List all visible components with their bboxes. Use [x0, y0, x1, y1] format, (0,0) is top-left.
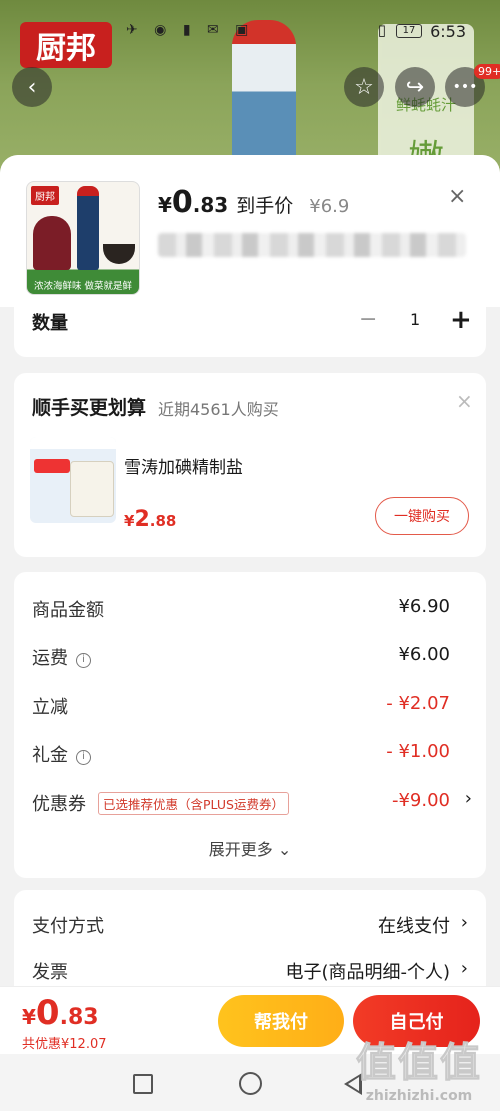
total-price: ¥0.83: [22, 993, 99, 1033]
expand-more-button[interactable]: 展开更多 ⌄: [14, 836, 486, 860]
share-button[interactable]: ↪: [395, 67, 435, 107]
bundle-title: 顺手买更划算: [32, 397, 147, 419]
chevron-right-icon: ›: [460, 912, 468, 933]
favorite-button[interactable]: ☆: [344, 67, 384, 107]
thumbnail-person: [33, 216, 71, 270]
info-icon[interactable]: i: [76, 653, 91, 668]
more-dots-icon: •••: [452, 79, 478, 95]
bundle-item-name[interactable]: 雪涛加碘精制盐: [124, 453, 243, 478]
fee-row-coupon[interactable]: 优惠券 已选推荐优惠（含PLUS运费券） -¥9.00 ›: [32, 788, 472, 818]
fee-label: 优惠券: [32, 794, 86, 815]
close-icon[interactable]: ×: [448, 184, 466, 209]
quantity-decrease-button[interactable]: −: [359, 307, 377, 332]
order-sheet: 厨邦 浓浓海鲜味 做菜就是鲜 ¥ 0 .83 到手价 ¥6.9 × 数量 − 1…: [0, 155, 500, 1111]
thumbnail-bowl: [103, 244, 135, 264]
watermark: 值值值 zhizhizhi.com: [344, 1030, 494, 1105]
fee-row-shipping: 运费 i ¥6.00: [32, 642, 468, 672]
back-button[interactable]: ‹: [12, 67, 52, 107]
fee-breakdown-card: 商品金额 ¥6.90 运费 i ¥6.00 立减 - ¥2.07 礼金 i - ¥1…: [14, 572, 486, 878]
fee-value: - ¥1.00: [386, 741, 450, 762]
fee-label: 运费: [32, 648, 68, 669]
fee-label: 立减: [32, 697, 68, 718]
product-thumbnail[interactable]: 厨邦 浓浓海鲜味 做菜就是鲜: [26, 181, 140, 295]
total-saving: 共优惠¥12.07: [22, 1037, 107, 1052]
home-icon[interactable]: [239, 1072, 262, 1095]
quantity-value[interactable]: 1: [410, 310, 420, 329]
quantity-label: 数量: [32, 313, 68, 334]
vibrate-icon: ▯: [377, 21, 386, 39]
back-arrow-icon: ‹: [27, 74, 37, 100]
invoice-label: 发票: [32, 962, 68, 983]
final-price: ¥ 0 .83 到手价 ¥6.9: [158, 185, 349, 220]
fee-label: 商品金额: [32, 600, 104, 621]
fee-row-discount: 立减 - ¥2.07: [32, 691, 468, 721]
help-me-pay-button[interactable]: 帮我付: [218, 995, 344, 1047]
quantity-increase-button[interactable]: +: [450, 305, 472, 335]
thumbnail-caption: 浓浓海鲜味 做菜就是鲜: [33, 281, 133, 292]
chevron-right-icon: ›: [460, 958, 468, 979]
coupon-tag: 已选推荐优惠（含PLUS运费券）: [98, 792, 289, 815]
fee-value: ¥6.90: [398, 596, 450, 617]
price-integer: 0: [171, 185, 193, 220]
status-app-icons: ✈ ◉ ▮ ✉ ▣: [126, 22, 255, 38]
invoice-value: 电子(商品明细-个人): [285, 962, 450, 983]
original-price: ¥6.9: [309, 196, 350, 217]
status-bar: ✈ ◉ ▮ ✉ ▣ ▯ 17 6:53: [0, 0, 500, 58]
fee-value: - ¥2.07: [386, 693, 450, 714]
fee-row-goods: 商品金额 ¥6.90: [32, 594, 468, 624]
watermark-url: zhizhizhi.com: [365, 1088, 473, 1104]
bundle-item-price: ¥2.88: [124, 507, 177, 532]
bundle-item-image[interactable]: [30, 437, 116, 523]
fee-value: ¥6.00: [398, 644, 450, 665]
watermark-logo: 值值值: [356, 1040, 482, 1087]
info-icon[interactable]: i: [76, 750, 91, 765]
bundle-close-icon[interactable]: ×: [456, 389, 473, 413]
share-icon: ↪: [405, 74, 425, 100]
fee-value: -¥9.00: [391, 790, 450, 811]
quantity-row: 数量 − 1 +: [14, 305, 486, 357]
price-decimal: .83: [192, 193, 229, 217]
product-summary: 厨邦 浓浓海鲜味 做菜就是鲜 ¥ 0 .83 到手价 ¥6.9: [0, 155, 500, 307]
star-icon: ☆: [354, 74, 374, 100]
fee-label: 礼金: [32, 745, 68, 766]
thumbnail-bottle: [77, 186, 99, 270]
blurred-spec-text: [158, 233, 466, 257]
bundle-subtitle: 近期4561人购买: [158, 400, 279, 419]
status-time: 6:53: [430, 22, 466, 41]
recent-apps-icon[interactable]: [133, 1074, 153, 1094]
bundle-offer-card: 顺手买更划算 近期4561人购买 × 雪涛加碘精制盐 ¥2.88 一键购买: [14, 373, 486, 557]
message-badge: 99+: [474, 64, 500, 79]
payment-method-label: 支付方式: [32, 916, 104, 937]
price-currency: ¥: [158, 193, 172, 217]
price-label: 到手价: [236, 195, 294, 217]
chevron-right-icon: ›: [464, 788, 472, 809]
one-click-buy-button[interactable]: 一键购买: [375, 497, 469, 535]
fee-row-gift: 礼金 i - ¥1.00: [32, 739, 468, 769]
thumbnail-logo: 厨邦: [31, 186, 59, 205]
battery-icon: 17: [396, 24, 422, 38]
payment-method-value: 在线支付: [378, 916, 450, 937]
